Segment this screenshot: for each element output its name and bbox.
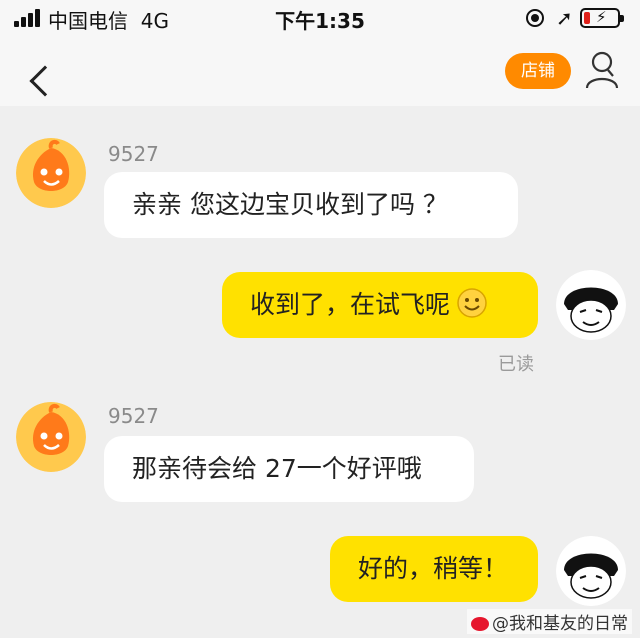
sender-name: 9527 [108, 142, 159, 166]
weibo-icon [471, 617, 489, 631]
seller-avatar[interactable] [16, 402, 86, 472]
message-bubble-incoming[interactable]: 亲亲 您这边宝贝收到了吗 ？ [104, 172, 518, 238]
user-avatar[interactable] [556, 536, 626, 606]
back-button[interactable] [10, 46, 61, 97]
message-text: 那亲待会给 27一个好评哦 [132, 454, 422, 483]
status-bar: 中国电信 4G 下午1:35 ➚ ⚡ [0, 0, 640, 36]
read-status: 已读 [498, 354, 534, 375]
battery-icon: ⚡ [580, 8, 624, 28]
sender-name: 9527 [108, 404, 159, 428]
chat-list[interactable]: 9527 亲亲 您这边宝贝收到了吗 ？ 收到了，在试飞呢 已读 9527 那亲待… [0, 106, 640, 638]
smile-emoji-icon [457, 288, 487, 318]
status-icons: ➚ ⚡ [526, 6, 626, 30]
message-text: 亲亲 您这边宝贝收到了吗 ？ [132, 190, 448, 219]
watermark-text: @我和基友的日常 [492, 614, 628, 634]
nav-bar: 店铺 [0, 36, 640, 106]
message-text: 好的，稍等！ [358, 554, 509, 583]
profile-icon[interactable] [585, 50, 619, 90]
rotation-lock-icon [526, 9, 544, 27]
location-icon: ➚ [556, 6, 573, 30]
message-text: 收到了，在试飞呢 [250, 290, 451, 319]
user-avatar[interactable] [556, 270, 626, 340]
message-bubble-outgoing[interactable]: 好的，稍等！ [330, 536, 538, 602]
watermark: @我和基友的日常 [467, 609, 632, 634]
back-icon [29, 65, 61, 97]
seller-avatar[interactable] [16, 138, 86, 208]
message-bubble-outgoing[interactable]: 收到了，在试飞呢 [222, 272, 538, 338]
store-button[interactable]: 店铺 [505, 53, 571, 89]
message-bubble-incoming[interactable]: 那亲待会给 27一个好评哦 [104, 436, 474, 502]
